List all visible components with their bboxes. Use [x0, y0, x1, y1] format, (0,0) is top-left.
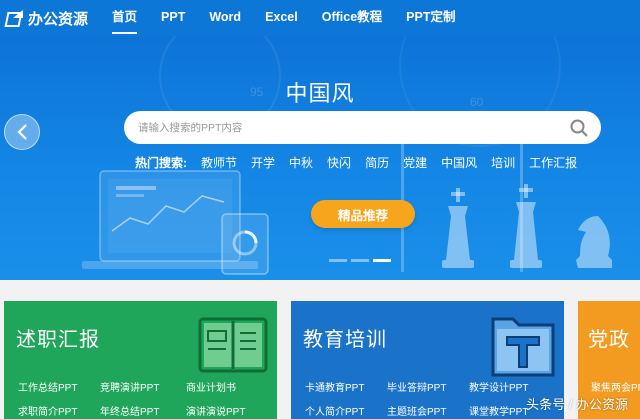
- hot-tag[interactable]: 培训: [491, 154, 515, 171]
- nav-item-ppt-custom[interactable]: PPT定制: [406, 0, 455, 36]
- site-logo[interactable]: 办公资源: [6, 8, 88, 29]
- search-bar: [124, 111, 601, 144]
- carousel-indicators: [329, 259, 391, 262]
- card-link[interactable]: 工作总结PPT: [18, 379, 100, 394]
- card-link[interactable]: 求职简介PPT: [18, 403, 100, 418]
- card-link[interactable]: 教学设计PPT: [469, 379, 555, 394]
- card-link[interactable]: 卡通教育PPT: [305, 379, 387, 394]
- logo-text: 办公资源: [28, 10, 89, 28]
- hot-searches: 热门搜索: 教师节 开学 中秋 快闪 简历 党建 中国风 培训 工作汇报: [135, 154, 591, 171]
- hot-tag[interactable]: 中国风: [441, 154, 477, 171]
- card-link[interactable]: 竞聘演讲PPT: [100, 379, 186, 394]
- chevron-left-icon: [17, 124, 27, 140]
- card-link[interactable]: 个人简介PPT: [305, 403, 387, 418]
- logo-icon: [6, 10, 24, 26]
- card-links: 聚焦两会PPT: [591, 379, 640, 394]
- hot-tag[interactable]: 工作汇报: [529, 154, 577, 171]
- search-input[interactable]: [138, 121, 569, 134]
- hot-tag[interactable]: 中秋: [289, 154, 313, 171]
- card-links: 工作总结PPT 竞聘演讲PPT 商业计划书 求职简介PPT 年终总结PPT 演讲…: [18, 379, 266, 418]
- card-link[interactable]: 商业计划书: [186, 379, 266, 394]
- nav-item-office-tutorial[interactable]: Office教程: [322, 0, 382, 36]
- hot-tag[interactable]: 快闪: [327, 154, 351, 171]
- nav-item-word[interactable]: Word: [209, 0, 241, 36]
- carousel-prev-button[interactable]: [4, 114, 40, 150]
- card-links: 卡通教育PPT 毕业答辩PPT 教学设计PPT 个人简介PPT 主题班会PPT …: [305, 379, 555, 418]
- card-link[interactable]: 年终总结PPT: [100, 403, 186, 418]
- search-icon[interactable]: [569, 118, 589, 138]
- carousel-dot[interactable]: [329, 259, 347, 262]
- folder-t-icon: [491, 317, 555, 377]
- card-link[interactable]: 演讲演说PPT: [186, 403, 266, 418]
- card-link[interactable]: 主题班会PPT: [387, 403, 469, 418]
- hot-tag[interactable]: 简历: [365, 154, 389, 171]
- category-card-report[interactable]: 述职汇报 工作总结PPT 竞聘演讲PPT 商业计划书 求职简介PPT 年终总结P…: [4, 301, 277, 419]
- laptop-illustration: [82, 170, 269, 275]
- card-title: 党政: [588, 329, 630, 351]
- book-icon: [198, 317, 268, 373]
- card-link[interactable]: 毕业答辩PPT: [387, 379, 469, 394]
- carousel-dot-active[interactable]: [373, 259, 391, 262]
- nav-item-excel[interactable]: Excel: [265, 0, 298, 36]
- hero-banner: 95 60 中国风 热门搜索: 教师节 开学 中秋 快闪 简历 党建 中国风 培…: [0, 36, 640, 280]
- card-link[interactable]: 聚焦两会PPT: [591, 379, 640, 394]
- watermark: 头条号 / 办公资源: [526, 397, 628, 412]
- card-title: 述职汇报: [16, 329, 100, 351]
- category-card-education[interactable]: 教育培训 卡通教育PPT 毕业答辩PPT 教学设计PPT 个人简介PPT 主题班…: [291, 301, 564, 419]
- top-nav-bar: 办公资源 首页 PPT Word Excel Office教程 PPT定制: [0, 0, 640, 36]
- hot-tag[interactable]: 党建: [403, 154, 427, 171]
- main-nav: 首页 PPT Word Excel Office教程 PPT定制: [112, 0, 479, 36]
- carousel-dot[interactable]: [351, 259, 369, 262]
- hot-tag[interactable]: 开学: [251, 154, 275, 171]
- featured-button[interactable]: 精品推荐: [311, 200, 415, 228]
- hot-searches-label: 热门搜索:: [135, 156, 187, 170]
- card-title: 教育培训: [303, 329, 387, 351]
- hot-tag[interactable]: 教师节: [201, 154, 237, 171]
- nav-item-home[interactable]: 首页: [112, 0, 138, 36]
- banner-title: 中国风: [285, 81, 355, 106]
- nav-item-ppt[interactable]: PPT: [161, 0, 185, 36]
